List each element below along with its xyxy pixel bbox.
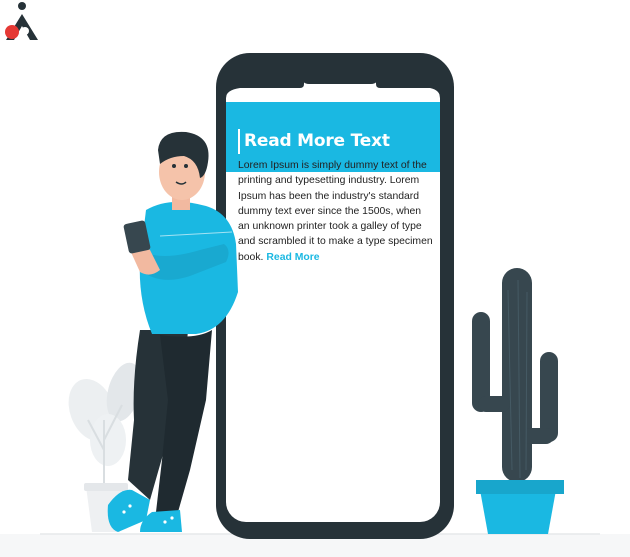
body-text: Lorem Ipsum is simply dummy text of the … — [238, 160, 433, 263]
page-title: Read More Text — [244, 131, 390, 151]
illustration-scene: Read More Text Lorem Ipsum is simply dum… — [0, 0, 630, 557]
read-more-link[interactable]: Read More — [266, 252, 319, 263]
content-paragraph: Lorem Ipsum is simply dummy text of the … — [238, 158, 434, 265]
cactus-illustration — [472, 268, 564, 534]
header-accent-bar — [238, 129, 240, 154]
brand-logo-icon — [5, 2, 38, 40]
phone-screen: Read More Text Lorem Ipsum is simply dum… — [226, 78, 440, 522]
